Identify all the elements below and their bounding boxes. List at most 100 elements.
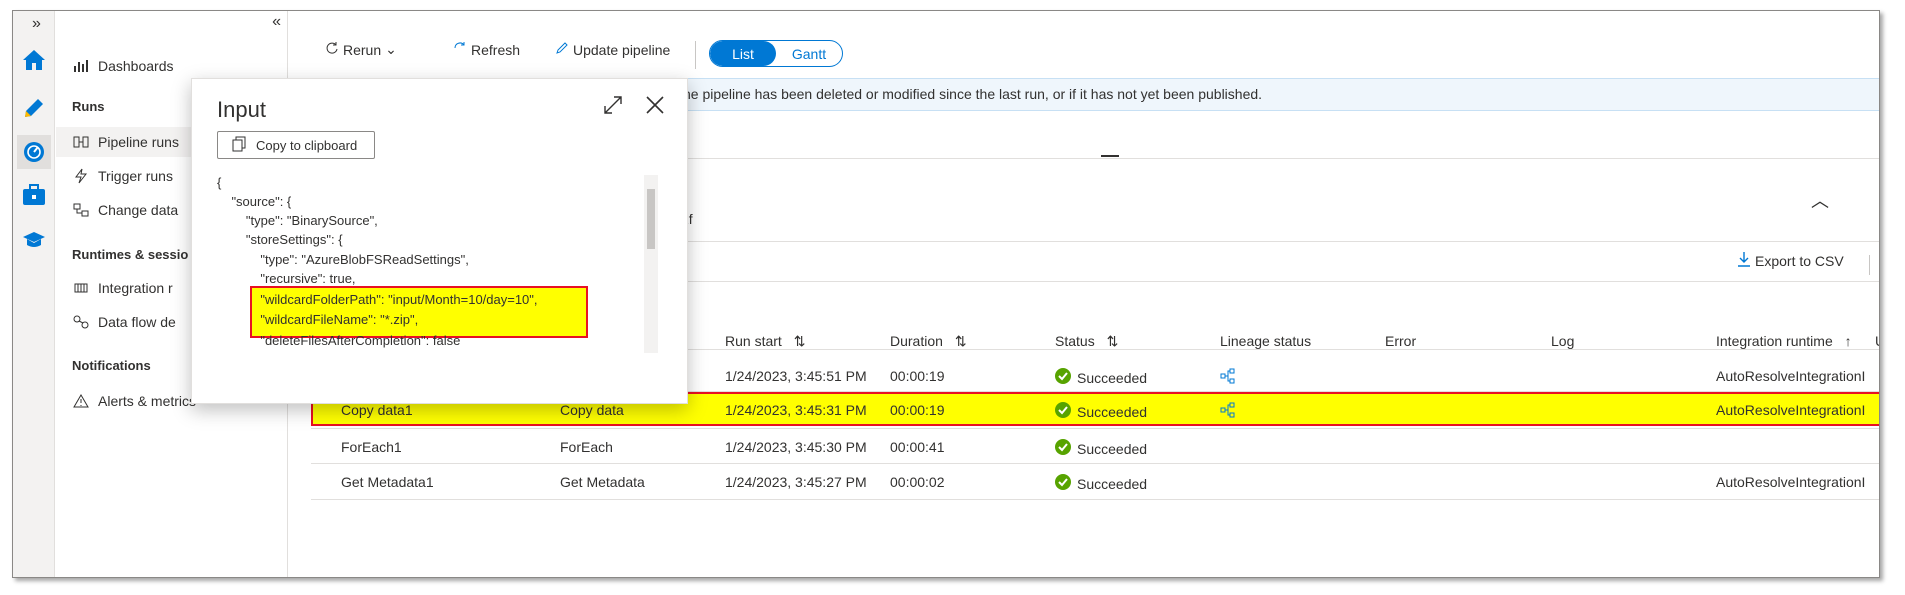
- toolbox-icon[interactable]: [17, 178, 51, 212]
- cell-duration: 00:00:02: [890, 474, 945, 490]
- cell-status: Succeeded: [1055, 439, 1147, 458]
- lineage-icon[interactable]: [1220, 368, 1236, 387]
- code-line: "type": "AzureBlobFSReadSettings",: [217, 252, 469, 267]
- nav-item-dashboards[interactable]: Dashboards: [56, 51, 288, 81]
- sort-icon: ⇅: [954, 333, 967, 349]
- home-icon[interactable]: [17, 43, 51, 77]
- refresh-button[interactable]: Refresh: [453, 41, 520, 58]
- nav-label-data-flow: Data flow de: [98, 314, 176, 330]
- status-text: Succeeded: [1077, 403, 1148, 420]
- cell-activity-name[interactable]: ForEach1: [341, 439, 402, 455]
- change-data-icon: [72, 203, 90, 217]
- trigger-icon: [72, 168, 90, 184]
- section-runs: Runs: [72, 99, 105, 114]
- success-check-icon: [1055, 368, 1071, 387]
- data-flow-icon: [72, 315, 90, 329]
- pencil-icon[interactable]: [17, 91, 51, 125]
- section-notifications: Notifications: [72, 358, 151, 373]
- code-line: "wildcardFolderPath": "input/Month=10/da…: [217, 292, 538, 307]
- nav-label-change-data: Change data: [98, 202, 179, 218]
- cell-run-start: 1/24/2023, 3:45:27 PM: [725, 474, 867, 490]
- integration-icon: [72, 282, 90, 294]
- resize-handle[interactable]: [1101, 155, 1119, 157]
- cell-run-start: 1/24/2023, 3:45:31 PM: [725, 402, 867, 418]
- scrollbar-thumb[interactable]: [647, 189, 655, 249]
- pipeline-icon: [72, 135, 90, 149]
- cell-activity-type: Copy data: [560, 402, 624, 418]
- cell-duration: 00:00:19: [890, 402, 945, 418]
- app-window: » « Dashboards Runs Pipeline runs Trigge…: [12, 10, 1880, 578]
- cell-runtime: AutoResolveIntegrationI: [1716, 474, 1866, 490]
- export-menu-chevron-icon[interactable]: ⌄: [1877, 251, 1879, 268]
- cell-duration: 00:00:19: [890, 368, 945, 384]
- row-divider: [311, 428, 1879, 429]
- view-gantt-option[interactable]: Gantt: [776, 41, 842, 66]
- code-line: "wildcardFileName": "*.zip",: [217, 312, 419, 327]
- col-label-runtime: Integration runtime: [1716, 333, 1833, 349]
- monitor-icon[interactable]: [17, 135, 51, 169]
- expand-icon[interactable]: [603, 95, 623, 118]
- sort-up-icon: ↑: [1844, 333, 1852, 349]
- export-split-divider: [1869, 255, 1870, 275]
- col-header-log: Log: [1551, 333, 1575, 349]
- export-csv-button[interactable]: Export to CSV: [1737, 251, 1844, 270]
- copy-icon: [232, 136, 246, 155]
- cell-runtime: AutoResolveIntegrationI: [1716, 368, 1866, 384]
- code-line: {: [217, 175, 222, 190]
- nav-label-integration: Integration r: [98, 280, 173, 296]
- chevron-up-icon[interactable]: ︿: [1811, 187, 1829, 213]
- update-pipeline-button[interactable]: Update pipeline: [555, 41, 670, 58]
- cell-activity-name[interactable]: Get Metadata1: [341, 474, 434, 490]
- collapse-nav-button[interactable]: «: [272, 13, 281, 31]
- col-label-run-start: Run start: [725, 333, 782, 349]
- cell-runtime: AutoResolveIntegrationI: [1716, 402, 1866, 418]
- col-header-status[interactable]: Status ⇅: [1055, 333, 1118, 350]
- code-scrollbar[interactable]: [644, 175, 658, 353]
- sort-icon: ⇅: [1106, 333, 1119, 349]
- code-line: "recursive": true,: [217, 271, 356, 286]
- download-icon: [1737, 251, 1751, 270]
- expand-rail-button[interactable]: »: [32, 15, 41, 33]
- col-header-runtime[interactable]: Integration runtime ↑: [1716, 333, 1852, 349]
- cell-activity-type: Get Metadata: [560, 474, 645, 490]
- warning-icon: [72, 394, 90, 408]
- col-header-duration[interactable]: Duration ⇅: [890, 333, 967, 350]
- status-text: Succeeded: [1077, 440, 1148, 457]
- cell-activity-name[interactable]: Copy data1: [341, 402, 413, 418]
- success-check-icon: [1055, 474, 1071, 493]
- dialog-title: Input: [217, 97, 266, 122]
- copy-to-clipboard-button[interactable]: Copy to clipboard: [217, 131, 375, 159]
- status-text: Succeeded: [1077, 475, 1148, 492]
- sort-icon: ⇅: [793, 333, 806, 349]
- export-label: Export to CSV: [1755, 252, 1844, 269]
- nav-label-alerts: Alerts & metrics: [98, 393, 197, 409]
- cell-run-start: 1/24/2023, 3:45:51 PM: [725, 368, 867, 384]
- refresh-label: Refresh: [471, 41, 521, 58]
- lineage-icon[interactable]: [1220, 402, 1236, 421]
- learn-icon[interactable]: [17, 223, 51, 257]
- section-runtimes: Runtimes & sessio: [72, 247, 189, 262]
- cell-activity-type: ForEach: [560, 439, 613, 455]
- cell-run-start: 1/24/2023, 3:45:30 PM: [725, 439, 867, 455]
- nav-label-dashboards: Dashboards: [98, 58, 174, 74]
- code-line: "deleteFilesAfterCompletion": false: [217, 333, 461, 348]
- close-icon[interactable]: [645, 95, 665, 118]
- code-line: "source": {: [217, 194, 292, 209]
- copy-label: Copy to clipboard: [256, 137, 358, 153]
- edit-icon: [555, 41, 569, 58]
- dashboard-icon: [72, 59, 90, 73]
- refresh-icon: [453, 41, 467, 58]
- rerun-button[interactable]: Rerun ⌄: [325, 41, 397, 58]
- code-line: "type": "BinarySource",: [217, 213, 378, 228]
- col-header-run-start[interactable]: Run start ⇅: [725, 333, 805, 350]
- view-list-option[interactable]: List: [710, 41, 776, 66]
- cell-status: Succeeded: [1055, 474, 1147, 493]
- col-label-status: Status: [1055, 333, 1095, 349]
- success-check-icon: [1055, 439, 1071, 458]
- json-code-view[interactable]: { "source": { "type": "BinarySource", "s…: [217, 175, 657, 353]
- col-header-error: Error: [1385, 333, 1417, 349]
- col-label-duration: Duration: [890, 333, 943, 349]
- view-toggle: List Gantt: [709, 40, 843, 67]
- rerun-icon: [325, 41, 339, 58]
- nav-label-pipeline-runs: Pipeline runs: [98, 134, 179, 150]
